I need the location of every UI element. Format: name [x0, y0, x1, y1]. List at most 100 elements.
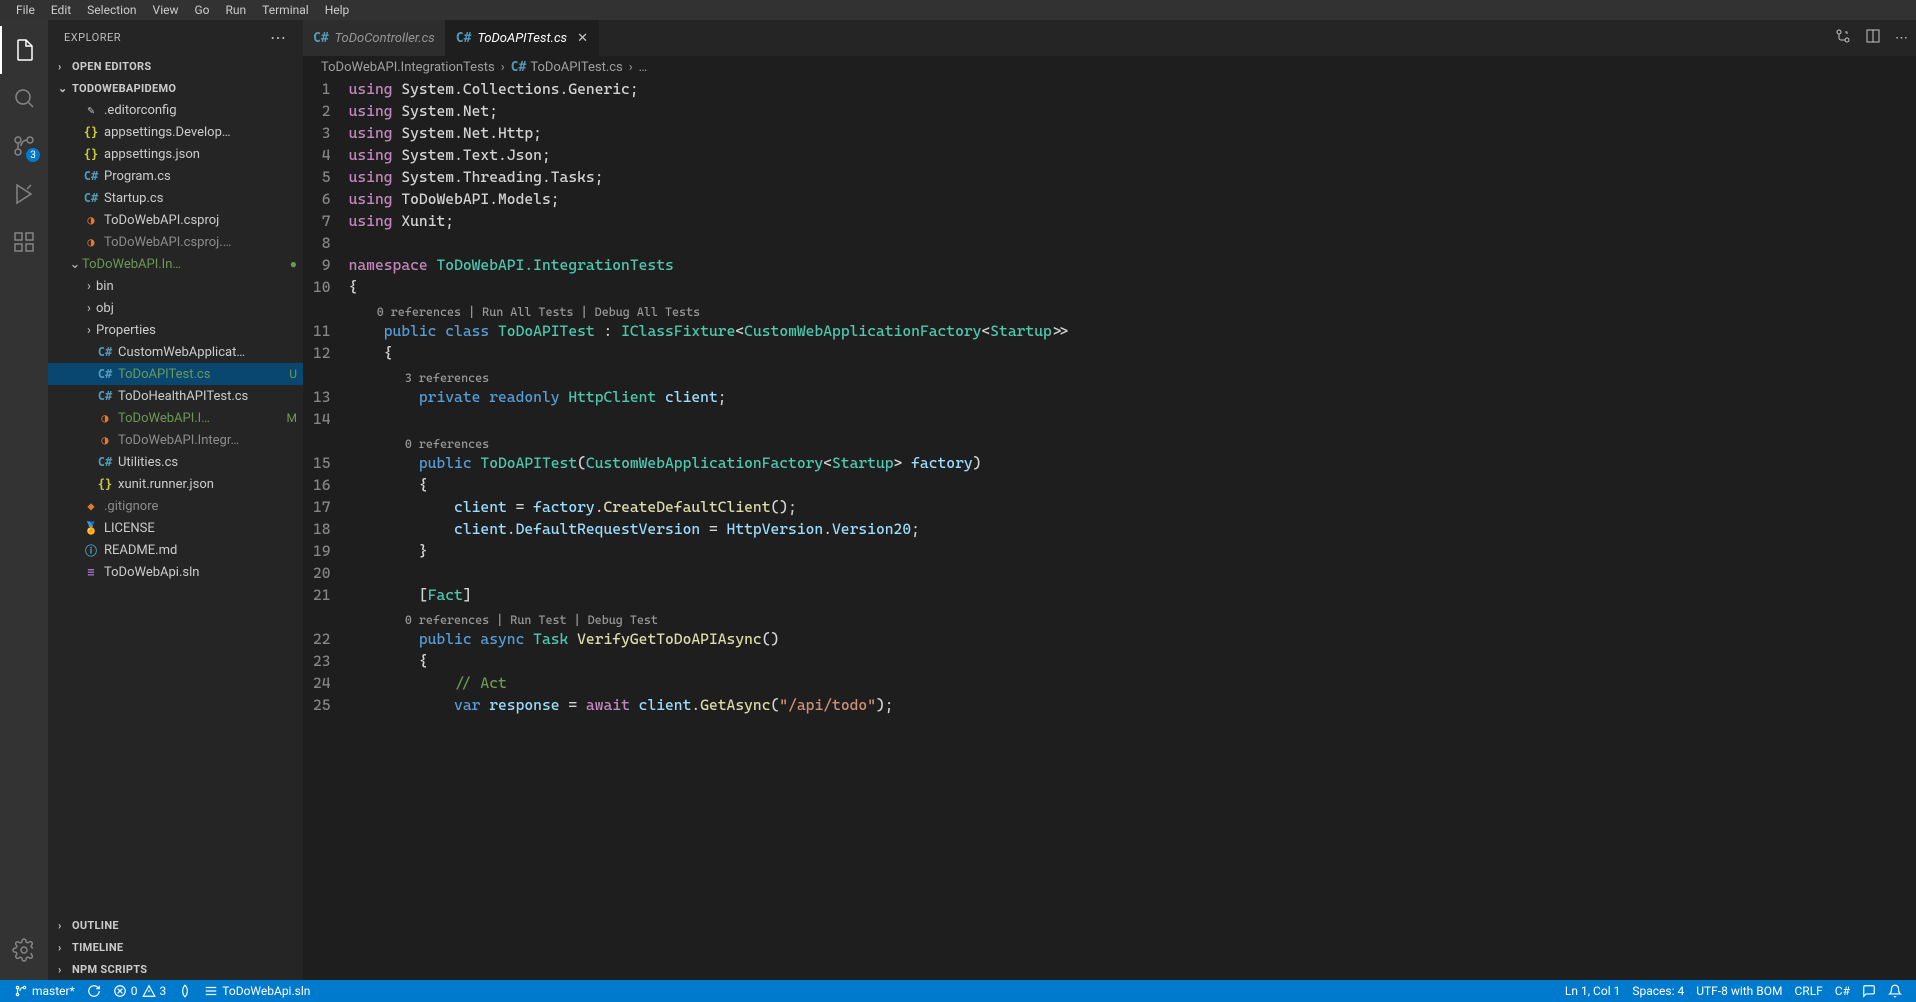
tree-folder[interactable]: ›obj: [48, 297, 303, 319]
tree-file[interactable]: C#CustomWebApplicat…: [48, 341, 303, 363]
chevron-down-icon: ⌄: [58, 82, 72, 95]
menu-go[interactable]: Go: [187, 2, 218, 18]
cs-icon: C#: [82, 169, 100, 183]
tree-file[interactable]: ✎ .editorconfig: [48, 99, 303, 121]
tree-item-label: .editorconfig: [104, 103, 297, 118]
code-content[interactable]: using System.Collections.Generic;using S…: [349, 78, 1916, 980]
status-encoding-label: UTF-8 with BOM: [1696, 984, 1782, 998]
status-problems[interactable]: 0 3: [107, 980, 173, 1002]
tree-item-label: Utilities.cs: [118, 455, 297, 470]
npm-scripts-label: NPM SCRIPTS: [72, 963, 147, 976]
tree-file[interactable]: ≡ToDoWebApi.sln: [48, 561, 303, 583]
activity-extensions-icon[interactable]: [0, 218, 48, 266]
status-position[interactable]: Ln 1, Col 1: [1559, 980, 1626, 1002]
menu-selection[interactable]: Selection: [79, 2, 144, 18]
activity-settings-icon[interactable]: [0, 926, 48, 974]
cfg-icon: ✎: [82, 103, 100, 117]
activity-run-icon[interactable]: [0, 170, 48, 218]
tree-file[interactable]: ◑ToDoWebAPI.csproj: [48, 209, 303, 231]
close-icon[interactable]: ✕: [577, 31, 588, 46]
tree-item-label: ToDoWebApi.sln: [104, 565, 297, 580]
explorer-sidebar: EXPLORER ⋯ › OPEN EDITORS ⌄ TODOWEBAPIDE…: [48, 20, 303, 980]
file-tree: ✎ .editorconfig {}appsettings.Develop…{}ap…: [48, 99, 303, 914]
tree-file[interactable]: C#Startup.cs: [48, 187, 303, 209]
sidebar-more-icon[interactable]: ⋯: [270, 28, 287, 47]
status-spaces[interactable]: Spaces: 4: [1626, 980, 1690, 1002]
status-bar: master* 0 3 ToDoWebApi.sln Ln 1, Col 1 S…: [0, 980, 1916, 1002]
npm-scripts-section[interactable]: › NPM SCRIPTS: [48, 958, 303, 980]
tree-file[interactable]: C#Utilities.cs: [48, 451, 303, 473]
menu-help[interactable]: Help: [317, 2, 358, 18]
breadcrumb-segment[interactable]: ToDoWebAPI.IntegrationTests: [321, 60, 495, 75]
status-sync[interactable]: [81, 980, 107, 1002]
menu-edit[interactable]: Edit: [43, 2, 79, 18]
tree-file[interactable]: {}appsettings.Develop…: [48, 121, 303, 143]
workspace-section[interactable]: ⌄ TODOWEBAPIDEMO: [48, 77, 303, 99]
editor-tab[interactable]: C#ToDoAPITest.cs✕: [446, 20, 599, 56]
sidebar-title: EXPLORER ⋯: [48, 20, 303, 55]
tree-file[interactable]: ◆.gitignore: [48, 495, 303, 517]
timeline-section[interactable]: › TIMELINE: [48, 936, 303, 958]
tree-file[interactable]: C#Program.cs: [48, 165, 303, 187]
tree-folder[interactable]: ›Properties: [48, 319, 303, 341]
activity-explorer-icon[interactable]: [0, 26, 48, 74]
tab-label: ToDoAPITest.cs: [477, 31, 567, 46]
chevron-icon: ›: [82, 323, 96, 338]
status-pos-label: Ln 1, Col 1: [1565, 984, 1620, 998]
tree-file[interactable]: C#ToDoHealthAPITest.cs: [48, 385, 303, 407]
status-live[interactable]: [172, 980, 198, 1002]
status-file[interactable]: ToDoWebApi.sln: [198, 980, 316, 1002]
json-icon: {}: [82, 125, 100, 139]
code-lens[interactable]: 0 references | Run All Tests | Debug All…: [349, 298, 1916, 320]
code-editor[interactable]: 1234567891011121314151617181920212223242…: [303, 78, 1916, 980]
status-branch[interactable]: master*: [8, 980, 81, 1002]
tree-file[interactable]: 🏅LICENSE: [48, 517, 303, 539]
status-language[interactable]: C#: [1829, 980, 1856, 1002]
split-editor-icon[interactable]: [1865, 28, 1881, 48]
sidebar-title-label: EXPLORER: [64, 31, 121, 44]
code-lens[interactable]: 0 references: [349, 430, 1916, 452]
outline-section[interactable]: › OUTLINE: [48, 914, 303, 936]
tree-item-label: ToDoWebAPI.csproj.…: [104, 235, 297, 250]
status-branch-label: master*: [32, 984, 75, 998]
menu-view[interactable]: View: [145, 2, 187, 18]
tree-file[interactable]: {}appsettings.json: [48, 143, 303, 165]
tree-file[interactable]: ◑ToDoWebAPI.Integr…: [48, 429, 303, 451]
code-lens[interactable]: 3 references: [349, 364, 1916, 386]
breadcrumb-segment[interactable]: ToDoAPITest.cs: [530, 60, 622, 75]
tree-folder[interactable]: ⌄ToDoWebAPI.In…●: [48, 253, 303, 275]
activity-bar: 3: [0, 20, 48, 980]
breadcrumb-segment[interactable]: …: [639, 60, 648, 75]
tree-file[interactable]: ⓘREADME.md: [48, 539, 303, 561]
menu-file[interactable]: File: [8, 2, 43, 18]
open-editors-section[interactable]: › OPEN EDITORS: [48, 55, 303, 77]
line-gutter: 1234567891011121314151617181920212223242…: [303, 78, 349, 980]
cs-icon: C#: [96, 389, 114, 403]
cs-icon: C#: [96, 367, 114, 381]
chevron-right-icon: ›: [58, 963, 72, 976]
activity-search-icon[interactable]: [0, 74, 48, 122]
status-encoding[interactable]: UTF-8 with BOM: [1690, 980, 1788, 1002]
breadcrumb[interactable]: ToDoWebAPI.IntegrationTests›C#ToDoAPITes…: [303, 56, 1916, 78]
tab-bar: C#ToDoController.csC# ToDoAPITest.cs ✕ ⋯: [303, 20, 1916, 56]
status-bell-icon[interactable]: [1882, 980, 1908, 1002]
menu-run[interactable]: Run: [218, 2, 255, 18]
status-eol[interactable]: CRLF: [1788, 980, 1828, 1002]
tree-file[interactable]: C#ToDoAPITest.csU: [48, 363, 303, 385]
status-feedback-icon[interactable]: [1856, 980, 1882, 1002]
activity-scm-icon[interactable]: 3: [0, 122, 48, 170]
menu-terminal[interactable]: Terminal: [254, 2, 317, 18]
feed-icon: ◑: [96, 433, 114, 447]
code-lens[interactable]: 0 references | Run Test | Debug Test: [349, 606, 1916, 628]
more-actions-icon[interactable]: ⋯: [1895, 31, 1908, 46]
compare-changes-icon[interactable]: [1835, 28, 1851, 48]
editor-area: C#ToDoController.csC# ToDoAPITest.cs ✕ ⋯ T…: [303, 20, 1916, 980]
tree-file[interactable]: ◑ToDoWebAPI.I…M: [48, 407, 303, 429]
tree-item-label: Startup.cs: [104, 191, 297, 206]
cs-icon: C#: [96, 345, 114, 359]
editor-tab[interactable]: C#ToDoController.cs: [303, 20, 446, 56]
tree-folder[interactable]: ›bin: [48, 275, 303, 297]
tree-file[interactable]: ◑ToDoWebAPI.csproj.…: [48, 231, 303, 253]
tree-file[interactable]: {}xunit.runner.json: [48, 473, 303, 495]
csharp-icon: C#: [313, 31, 329, 46]
